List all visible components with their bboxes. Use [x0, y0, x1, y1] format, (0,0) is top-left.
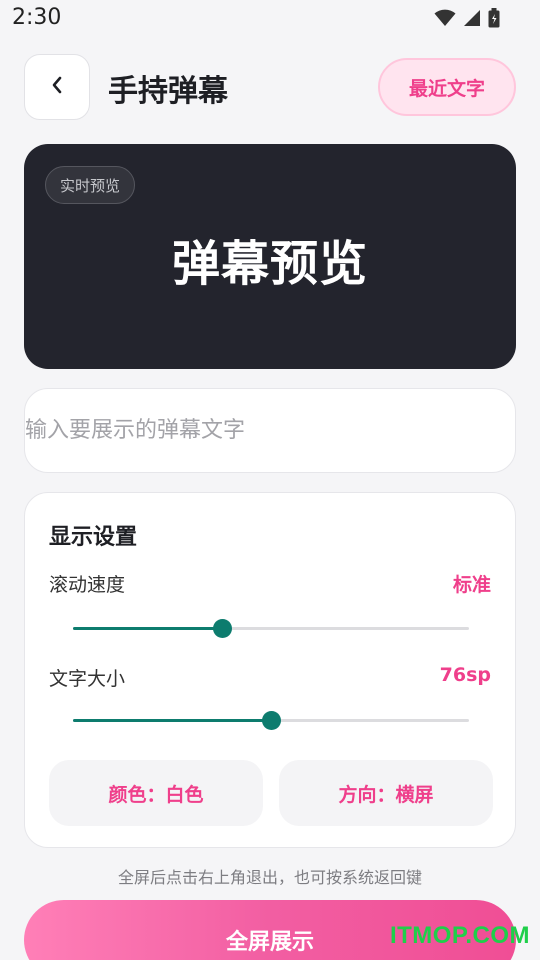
- speed-slider-fill: [73, 627, 222, 630]
- display-settings-card: 显示设置 滚动速度 标准 文字大小 76sp 颜色：白色 方向：横屏: [24, 492, 516, 848]
- battery-icon: [488, 8, 500, 28]
- back-button[interactable]: [24, 54, 90, 120]
- size-slider-fill: [73, 719, 271, 722]
- speed-value: 标准: [452, 574, 491, 596]
- page-title: 手持弹幕: [108, 74, 228, 109]
- preview-card: 实时预览 弹幕预览: [24, 144, 516, 369]
- danmaku-text-input[interactable]: [24, 388, 516, 473]
- size-slider[interactable]: [73, 711, 469, 731]
- live-preview-badge: 实时预览: [45, 166, 136, 204]
- size-value: 76sp: [439, 664, 491, 686]
- settings-title: 显示设置: [49, 525, 138, 550]
- size-slider-thumb[interactable]: [262, 711, 281, 730]
- status-icons: [434, 8, 500, 28]
- watermark-text: ITMOP.COM: [389, 922, 530, 949]
- speed-slider[interactable]: [73, 619, 469, 639]
- recent-text-button[interactable]: 最近文字: [378, 58, 516, 116]
- wifi-icon: [434, 9, 456, 27]
- status-time: 2:30: [12, 5, 62, 30]
- signal-icon: [463, 9, 481, 27]
- speed-slider-thumb[interactable]: [212, 619, 232, 638]
- color-option-button[interactable]: 颜色：白色: [49, 760, 263, 826]
- direction-option-button[interactable]: 方向：横屏: [279, 760, 493, 826]
- size-label: 文字大小: [49, 668, 126, 690]
- status-bar: 2:30: [0, 0, 540, 38]
- exit-hint-text: 全屏后点击右上角退出，也可按系统返回键: [117, 868, 422, 887]
- danmaku-preview-text: 弹幕预览: [171, 236, 368, 292]
- speed-label: 滚动速度: [49, 574, 126, 596]
- chevron-left-icon: [50, 74, 64, 100]
